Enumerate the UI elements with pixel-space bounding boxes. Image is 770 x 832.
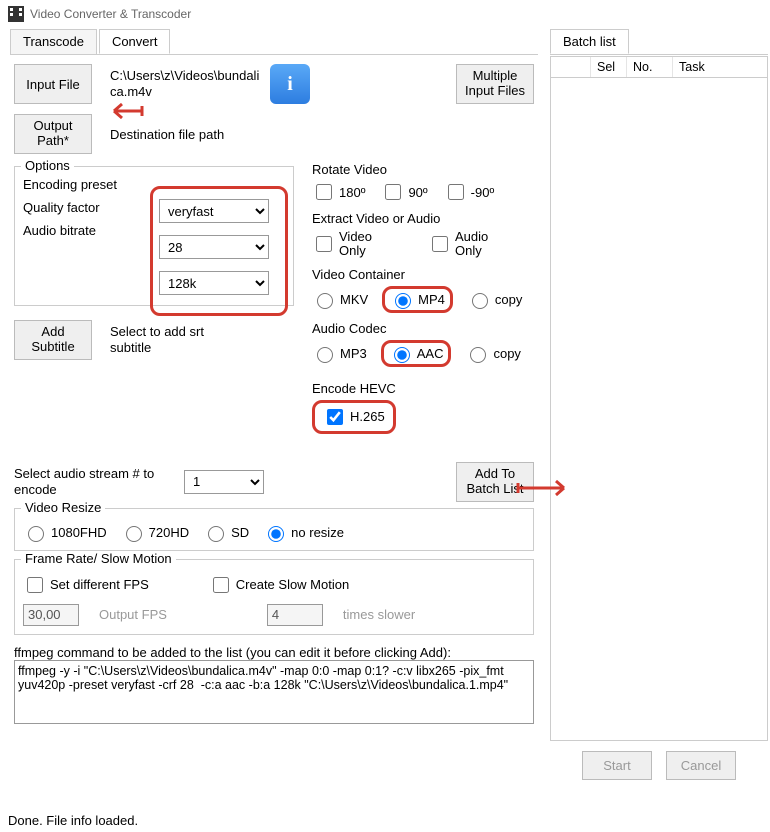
extract-label: Extract Video or Audio [312,211,532,226]
encode-hevc-label: Encode HEVC [312,381,532,396]
audio-bitrate-label: Audio bitrate [23,223,143,238]
slow-motion-check[interactable] [213,577,229,593]
title-bar: Video Converter & Transcoder [0,0,770,28]
resize-none-radio[interactable] [268,526,284,542]
container-mp4-radio[interactable] [395,293,411,309]
annotation-options-box: veryfast 28 128k [150,186,288,316]
tab-transcode[interactable]: Transcode [10,29,97,54]
rotate-label: Rotate Video [312,162,532,177]
output-path-button[interactable]: Output Path* [14,114,92,154]
h265-check[interactable] [327,409,343,425]
codec-mp3-radio[interactable] [317,347,333,363]
framerate-legend: Frame Rate/ Slow Motion [21,551,176,566]
audio-codec-label: Audio Codec [312,321,532,336]
batch-col-sel[interactable]: Sel [591,57,627,77]
batch-col-blank[interactable] [551,57,591,77]
rotate-180-check[interactable] [316,184,332,200]
rotate-m90-check[interactable] [448,184,464,200]
container-mkv-radio[interactable] [317,293,333,309]
batch-col-task[interactable]: Task [673,57,767,77]
audio-only-check[interactable] [432,236,448,252]
rotate-90-check[interactable] [385,184,401,200]
video-resize-legend: Video Resize [21,500,105,515]
container-copy-radio[interactable] [472,293,488,309]
batch-col-no[interactable]: No. [627,57,673,77]
encoding-preset-select[interactable]: veryfast [159,199,269,223]
input-file-path: C:\Users\z\Videos\bundalica.m4v [110,68,260,99]
multiple-input-button[interactable]: Multiple Input Files [456,64,534,104]
tab-batch-list[interactable]: Batch list [550,29,629,54]
quality-factor-select[interactable]: 28 [159,235,269,259]
output-fps-label: Output FPS [99,607,167,622]
window-title: Video Converter & Transcoder [30,7,191,21]
dest-path-label: Destination file path [110,127,224,142]
status-bar: Done. File info loaded. [0,809,770,832]
input-file-button[interactable]: Input File [14,64,92,104]
batch-tabs: Batch list [550,29,768,55]
audio-stream-select[interactable]: 1 [184,470,264,494]
app-icon [8,6,24,22]
info-icon[interactable]: i [270,64,310,104]
subtitle-hint: Select to add srt subtitle [110,324,230,355]
times-slower-label: times slower [343,607,415,622]
fps-input[interactable] [23,604,79,626]
ffmpeg-command-input[interactable]: ffmpeg -y -i "C:\Users\z\Videos\bundalic… [14,660,534,724]
audio-stream-label: Select audio stream # to encode [14,466,164,497]
start-button[interactable]: Start [582,751,652,780]
codec-copy-radio[interactable] [470,347,486,363]
audio-bitrate-select[interactable]: 128k [159,271,269,295]
add-subtitle-button[interactable]: Add Subtitle [14,320,92,360]
framerate-group: Frame Rate/ Slow Motion Set different FP… [14,559,534,635]
annotation-arrow-batch [516,477,576,499]
video-resize-group: Video Resize 1080FHD 720HD SD no resize [14,508,534,551]
resize-sd-radio[interactable] [208,526,224,542]
video-container-label: Video Container [312,267,532,282]
slow-input[interactable] [267,604,323,626]
cancel-button[interactable]: Cancel [666,751,736,780]
options-legend: Options [21,158,74,173]
set-fps-check[interactable] [27,577,43,593]
batch-table: Sel No. Task [550,56,768,741]
main-tabs: Transcode Convert [10,29,538,55]
codec-aac-radio[interactable] [394,347,410,363]
annotation-arrow-input [104,100,144,122]
resize-1080-radio[interactable] [28,526,44,542]
tab-convert[interactable]: Convert [99,29,171,54]
encoding-preset-label: Encoding preset [23,177,143,192]
video-only-check[interactable] [316,236,332,252]
quality-factor-label: Quality factor [23,200,143,215]
resize-720-radio[interactable] [126,526,142,542]
ffmpeg-hint: ffmpeg command to be added to the list (… [14,645,534,660]
